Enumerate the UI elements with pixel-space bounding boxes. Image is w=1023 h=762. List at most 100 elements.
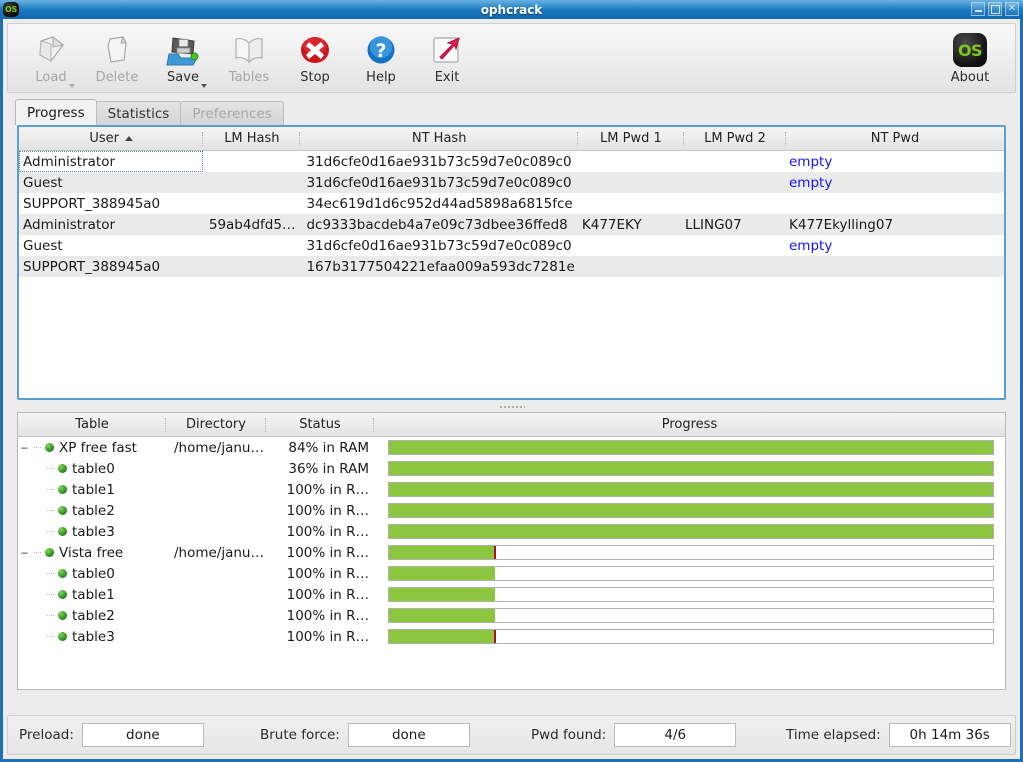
column-header-directory-label: Directory [186,417,246,432]
cell-table-name-text: table3 [72,628,115,645]
help-label: Help [366,70,396,85]
cell-nt-hash: 31d6cfe0d16ae931b73c59d7e0c089c0 [300,151,577,172]
table-row[interactable]: − XP free fast/home/janu… 84% in RAM [18,437,1005,458]
tree-connector-icon [31,542,44,563]
about-button[interactable]: OS About [937,27,1003,91]
stop-label: Stop [300,70,330,85]
cell-status-text: 100% in R… [286,523,369,540]
column-header-lm-pwd-1[interactable]: LM Pwd 1 [578,127,684,151]
column-header-lm-pwd-2[interactable]: LM Pwd 2 [684,127,786,151]
tab-progress[interactable]: Progress [15,99,97,125]
about-os-badge: OS [953,33,987,67]
cell-nt-hash-text: 31d6cfe0d16ae931b73c59d7e0c089c0 [306,153,572,170]
help-button[interactable]: ? Help [348,27,414,91]
column-header-status[interactable]: Status [266,413,374,437]
table-row[interactable]: SUPPORT_388945a0 34ec619d1d6c952d44ad5898… [19,193,1004,214]
load-icon [33,31,69,69]
load-dropdown-caret-icon[interactable] [69,84,75,88]
cell-nt-hash: 167b3177504221efaa009a593dc7281e [300,256,577,277]
tree-expander-icon[interactable]: − [18,437,31,458]
cell-status-text: 84% in RAM [288,439,369,456]
tables-button[interactable]: Tables [216,27,282,91]
table-status-bullet-icon [58,590,67,599]
column-header-directory[interactable]: Directory [166,413,266,437]
cell-status: 100% in R… [266,626,374,647]
cell-lm-pwd-2 [684,193,786,214]
cell-user: SUPPORT_388945a0 [19,193,203,214]
save-button[interactable]: Save [150,27,216,91]
table-row[interactable]: table3 100% in R… [18,626,1005,647]
table-row[interactable]: table1 100% in R… [18,584,1005,605]
column-header-user[interactable]: User [19,127,204,151]
cell-nt-pwd [786,193,1004,214]
table-row[interactable]: Guest 31d6cfe0d16ae931b73c59d7e0c089c0 emp… [19,235,1004,256]
table-row[interactable]: table2 100% in R… [18,605,1005,626]
status-label-preload: Preload: [19,727,74,743]
cell-status-text: 100% in R… [286,628,369,645]
table-status-bullet-icon [58,569,67,578]
status-bar: Preload: done Brute force: done Pwd found: 4/… [7,715,1016,755]
cell-nt-pwd-text: empty [789,237,833,254]
panel-splitter[interactable] [17,400,1006,412]
progress-bar [388,461,994,476]
tree-connector-icon [31,437,44,458]
exit-button[interactable]: Exit [414,27,480,91]
users-table-panel: User LM Hash NT Hash LM Pwd 1 LM Pwd 2 N… [17,125,1006,400]
cell-directory: /home/janu… [166,542,266,563]
column-header-nt-pwd[interactable]: NT Pwd [786,127,1004,151]
table-row[interactable]: Administrator 31d6cfe0d16ae931b73c59d7e0c… [19,151,1004,172]
progress-bar [388,545,994,560]
table-row[interactable]: SUPPORT_388945a0 167b3177504221efaa009a59… [19,256,1004,277]
cell-directory [166,584,266,605]
close-button[interactable]: ✕ [1005,2,1019,16]
table-row[interactable]: − Vista free/home/janu… 100% in R… [18,542,1005,563]
users-table-body: Administrator 31d6cfe0d16ae931b73c59d7e0c… [19,151,1004,277]
status-field-brute-force: Brute force: done [260,723,470,747]
cell-progress [374,458,1005,479]
tables-table-body: − XP free fast/home/janu… 84% in RAM table0… [18,437,1005,647]
status-field-preload: Preload: done [19,723,204,747]
table-status-bullet-icon [58,506,67,515]
load-button[interactable]: Load [18,27,84,91]
table-row[interactable]: table0 36% in RAM [18,458,1005,479]
table-row[interactable]: table0 100% in R… [18,563,1005,584]
cell-lm-hash [203,235,300,256]
minimize-button[interactable] [971,2,985,16]
cell-status-text: 100% in R… [286,481,369,498]
column-header-status-label: Status [299,417,341,432]
tree-expander-icon[interactable]: − [18,542,31,563]
cell-directory [166,458,266,479]
cell-status: 100% in R… [266,479,374,500]
sort-ascending-icon [124,136,133,141]
column-header-table[interactable]: Table [18,413,166,437]
table-row[interactable]: table2 100% in R… [18,500,1005,521]
table-row[interactable]: Guest 31d6cfe0d16ae931b73c59d7e0c089c0 emp… [19,172,1004,193]
tab-preferences[interactable]: Preferences [180,101,284,125]
cell-user-text: Administrator [23,216,116,233]
cell-table-name: − XP free fast [18,437,166,458]
app-window: OS ophcrack ✕ Load Delete Save Tables St… [0,0,1023,762]
maximize-button[interactable] [988,2,1002,16]
cell-status: 100% in R… [266,542,374,563]
save-dropdown-caret-icon[interactable] [201,84,207,88]
cell-nt-pwd-text: K477Ekylling07 [789,216,894,233]
tree-connector-icon [44,584,57,605]
cell-table-name: table1 [18,479,166,500]
cell-directory-text: /home/janu… [173,544,264,561]
cell-nt-pwd: empty [786,172,1004,193]
cell-directory [166,605,266,626]
cell-lm-pwd-2 [684,256,786,277]
table-row[interactable]: table3 100% in R… [18,521,1005,542]
progress-bar-fill [389,504,993,517]
delete-button[interactable]: Delete [84,27,150,91]
stop-button[interactable]: Stop [282,27,348,91]
table-row[interactable]: table1 100% in R… [18,479,1005,500]
table-row[interactable]: Administrator 59ab4dfd5… dc9333bacdeb4a7e0… [19,214,1004,235]
column-header-lm-hash[interactable]: LM Hash [203,127,301,151]
column-header-progress[interactable]: Progress [374,413,1005,437]
column-header-nt-hash[interactable]: NT Hash [300,127,578,151]
delete-label: Delete [95,70,139,85]
status-label-brute-force: Brute force: [260,727,340,743]
tab-statistics[interactable]: Statistics [95,101,182,125]
cell-user: Administrator [19,214,203,235]
